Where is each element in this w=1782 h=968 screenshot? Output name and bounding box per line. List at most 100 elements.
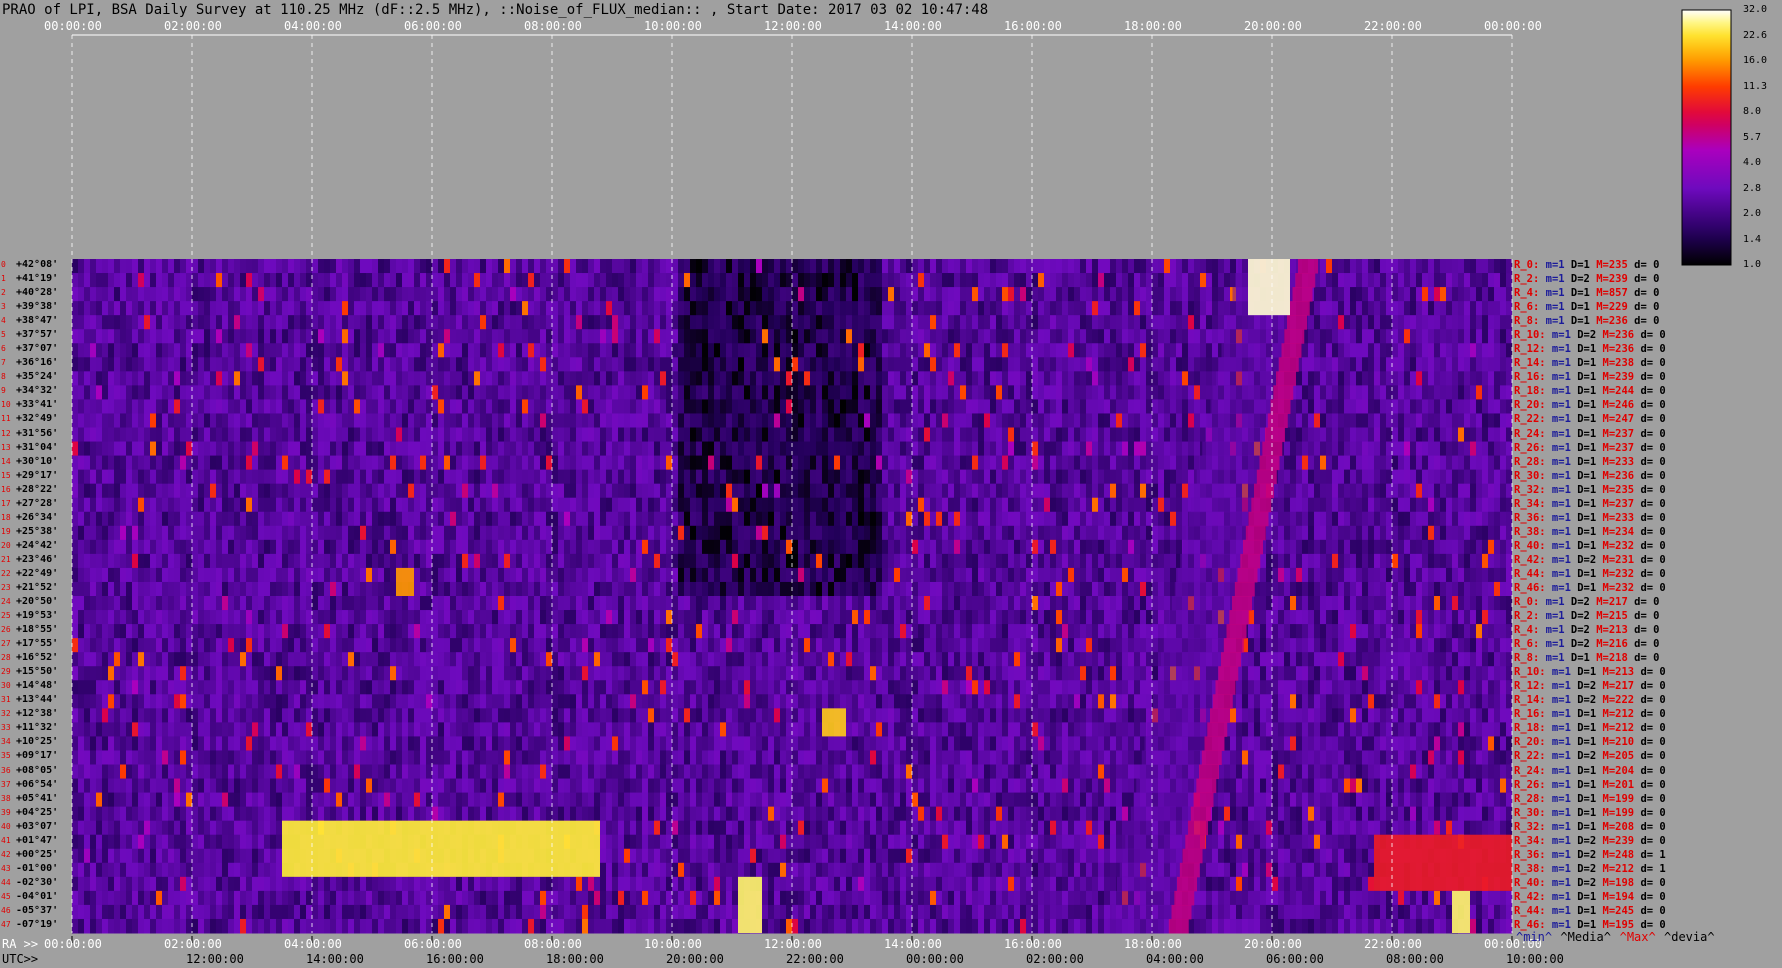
heatmap-cell xyxy=(378,455,384,471)
heatmap-cell xyxy=(546,371,552,386)
heatmap-cell xyxy=(486,329,492,344)
heatmap-cell xyxy=(1380,315,1386,330)
heatmap-cell xyxy=(366,357,372,372)
heatmap-cell xyxy=(768,413,774,428)
heatmap-cell xyxy=(216,525,222,541)
heatmap-cell xyxy=(1464,273,1470,288)
heatmap-cell xyxy=(1140,413,1146,428)
heatmap-cell xyxy=(642,399,648,414)
heatmap-cell xyxy=(690,343,696,358)
heatmap-cell xyxy=(744,357,750,372)
heatmap-cell xyxy=(1386,301,1392,316)
heatmap-cell xyxy=(1062,273,1068,288)
heatmap-cell xyxy=(744,539,750,555)
heatmap-cell xyxy=(288,343,294,358)
heatmap-cell xyxy=(1194,371,1200,386)
heatmap-cell xyxy=(1494,511,1500,527)
heatmap-cell xyxy=(102,511,108,527)
heatmap-cell xyxy=(1080,273,1086,288)
heatmap-cell xyxy=(318,259,324,274)
heatmap-cell xyxy=(1164,539,1170,555)
heatmap-cell xyxy=(90,427,96,443)
heatmap-cell xyxy=(972,427,978,443)
heatmap-cell xyxy=(1482,497,1488,513)
heatmap-cell xyxy=(1338,413,1344,428)
heatmap-cell xyxy=(1128,273,1134,288)
heatmap-cell xyxy=(138,399,144,414)
heatmap-cell xyxy=(1188,441,1194,457)
heatmap-cell xyxy=(366,273,372,288)
heatmap-cell xyxy=(426,343,432,358)
heatmap-cell xyxy=(690,371,696,386)
heatmap-cell xyxy=(636,287,642,302)
heatmap-cell xyxy=(954,455,960,471)
heatmap-cell xyxy=(666,455,672,471)
heatmap-cell xyxy=(258,399,264,414)
heatmap-cell xyxy=(1050,511,1056,527)
heatmap-cell xyxy=(522,413,528,428)
heatmap-cell xyxy=(936,301,942,316)
heatmap-cell xyxy=(1380,357,1386,372)
heatmap-cell xyxy=(408,469,414,485)
heatmap-cell xyxy=(960,371,966,386)
heatmap-cell xyxy=(966,357,972,372)
heatmap-cell xyxy=(438,441,444,457)
heatmap-cell xyxy=(1224,259,1230,274)
heatmap-cell xyxy=(750,497,756,513)
heatmap-cell xyxy=(264,511,270,527)
heatmap-cell xyxy=(132,469,138,485)
heatmap-cell xyxy=(1326,455,1332,471)
heatmap-cell xyxy=(1002,455,1008,471)
heatmap-cell xyxy=(1458,273,1464,288)
heatmap-cell xyxy=(96,399,102,414)
heatmap-cell xyxy=(594,525,600,541)
heatmap-cell xyxy=(714,525,720,541)
heatmap-cell xyxy=(486,511,492,527)
heatmap-cell xyxy=(636,371,642,386)
heatmap-cell xyxy=(534,301,540,316)
heatmap-cell xyxy=(882,497,888,513)
heatmap-cell xyxy=(762,483,768,499)
heatmap-cell xyxy=(756,427,762,443)
heatmap-cell xyxy=(1320,301,1326,316)
heatmap-cell xyxy=(528,371,534,386)
heatmap-cell xyxy=(480,455,486,471)
heatmap-cell xyxy=(744,483,750,499)
heatmap-cell xyxy=(1164,413,1170,428)
heatmap-cell xyxy=(504,287,510,302)
heatmap-cell xyxy=(414,427,420,443)
heatmap-cell xyxy=(1422,441,1428,457)
heatmap-cell xyxy=(750,273,756,288)
heatmap-cell xyxy=(912,371,918,386)
heatmap-cell xyxy=(138,497,144,513)
heatmap-cell xyxy=(228,385,234,400)
heatmap-cell xyxy=(174,399,180,414)
heatmap-cell xyxy=(522,455,528,471)
heatmap-cell xyxy=(1014,287,1020,302)
heatmap-cell xyxy=(192,413,198,428)
heatmap-cell xyxy=(1320,357,1326,372)
heatmap-cell xyxy=(876,497,882,513)
heatmap-cell xyxy=(942,287,948,302)
heatmap-cell xyxy=(420,399,426,414)
heatmap-cell xyxy=(528,427,534,443)
heatmap-cell xyxy=(516,343,522,358)
heatmap-cell xyxy=(978,287,984,302)
heatmap-cell xyxy=(342,469,348,485)
heatmap-cell xyxy=(1086,399,1092,414)
heatmap-cell xyxy=(1050,385,1056,400)
heatmap-cell xyxy=(1404,455,1410,471)
heatmap-cell xyxy=(366,315,372,330)
heatmap-cell xyxy=(252,385,258,400)
heatmap-cell xyxy=(918,413,924,428)
heatmap-cell xyxy=(84,315,90,330)
heatmap-cell xyxy=(1314,343,1320,358)
heatmap-cell xyxy=(432,329,438,344)
heatmap-cell xyxy=(390,511,396,527)
heatmap-cell xyxy=(1368,287,1374,302)
heatmap-cell xyxy=(654,539,660,555)
heatmap-cell xyxy=(1158,259,1164,274)
heatmap-cell xyxy=(582,385,588,400)
heatmap-cell xyxy=(804,301,810,316)
heatmap-cell xyxy=(720,413,726,428)
